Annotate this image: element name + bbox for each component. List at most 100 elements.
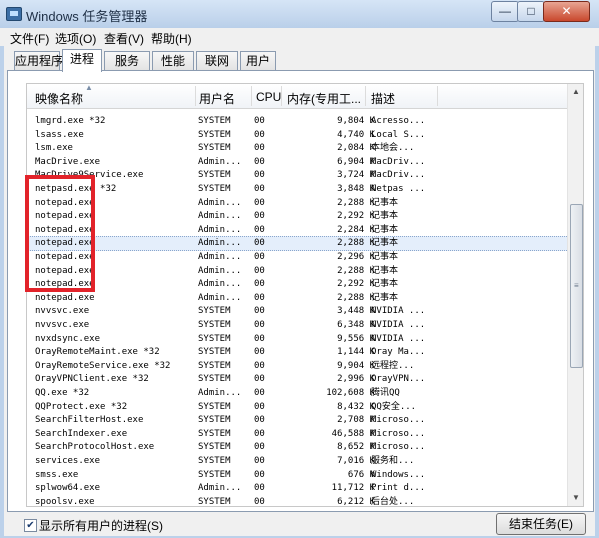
cell-cpu: 00 xyxy=(254,265,265,276)
close-button[interactable]: ✕ xyxy=(543,1,590,22)
table-row[interactable]: smss.exe SYSTEM 00 676 K Windows... xyxy=(27,469,567,482)
table-row[interactable]: QQ.exe *32 Admin... 00 102,608 K 腾讯QQ xyxy=(27,387,567,400)
cell-cpu: 00 xyxy=(254,170,265,181)
cell-desc: Local S... xyxy=(371,129,426,140)
cell-cpu: 00 xyxy=(254,401,265,412)
column-separator[interactable] xyxy=(251,86,252,106)
cell-user: SYSTEM xyxy=(198,442,231,453)
minimize-button[interactable]: — xyxy=(491,1,519,22)
scrollbar-thumb[interactable]: ≡ xyxy=(570,204,583,368)
cell-mem: 6,904 K xyxy=(337,156,375,167)
cell-mem: 9,556 K xyxy=(337,333,375,344)
tab-processes[interactable]: 进程 xyxy=(62,49,102,72)
table-row[interactable]: notepad.exe Admin... 00 2,288 K 记事本 xyxy=(27,197,567,210)
tab-users[interactable]: 用户 xyxy=(240,51,276,70)
table-row[interactable]: SearchFilterHost.exe SYSTEM 00 2,708 K Micro… xyxy=(27,414,567,427)
cell-cpu: 00 xyxy=(254,197,265,208)
table-row[interactable]: notepad.exe Admin... 00 2,284 K 记事本 xyxy=(27,224,567,237)
column-separator[interactable] xyxy=(365,86,366,106)
table-row[interactable]: spoolsv.exe SYSTEM 00 6,212 K 后台处... xyxy=(27,496,567,506)
table-row[interactable]: nvvsvc.exe SYSTEM 00 6,348 K NVIDIA ... xyxy=(27,319,567,332)
cell-name: MacDrive9Service.exe xyxy=(35,170,144,181)
column-header-memory[interactable]: 内存(专用工... xyxy=(287,90,361,107)
vertical-scrollbar[interactable]: ▲ ≡ ▼ xyxy=(567,84,583,506)
table-row[interactable]: MacDrive9Service.exe SYSTEM 00 3,724 K MacDr… xyxy=(27,169,567,182)
cell-desc: 服务和... xyxy=(371,456,415,466)
cell-user: SYSTEM xyxy=(198,129,231,140)
cell-mem: 2,288 K xyxy=(337,197,375,208)
scroll-down-icon[interactable]: ▼ xyxy=(568,490,583,506)
menu-view[interactable]: 查看(V) xyxy=(104,30,144,47)
table-row[interactable]: OrayRemoteService.exe *32 SYSTEM 00 9,904 K… xyxy=(27,360,567,373)
table-row[interactable]: netpasd.exe *32 SYSTEM 00 3,848 K Netpas ... xyxy=(27,183,567,196)
cell-cpu: 00 xyxy=(254,360,265,371)
table-row[interactable]: notepad.exe Admin... 00 2,292 K 记事本 xyxy=(27,278,567,291)
menu-help[interactable]: 帮助(H) xyxy=(151,30,192,47)
cell-cpu: 00 xyxy=(254,415,265,426)
cell-desc: Print d... xyxy=(371,483,426,494)
tab-services[interactable]: 服务 xyxy=(104,51,150,70)
cell-user: SYSTEM xyxy=(198,360,231,371)
cell-mem: 2,996 K xyxy=(337,374,375,385)
table-row[interactable]: nvxdsync.exe SYSTEM 00 9,556 K NVIDIA ... xyxy=(27,333,567,346)
cell-cpu: 00 xyxy=(254,184,265,194)
column-header-name[interactable]: 映像名称 xyxy=(35,90,83,107)
show-all-users-label[interactable]: 显示所有用户的进程(S) xyxy=(39,517,163,534)
cell-mem: 9,904 K xyxy=(337,360,375,371)
cell-mem: 9,804 K xyxy=(337,116,375,126)
cell-user: SYSTEM xyxy=(198,333,231,344)
end-task-button[interactable]: 结束任务(E) xyxy=(496,513,586,535)
cell-mem: 11,712 K xyxy=(331,483,375,494)
cell-cpu: 00 xyxy=(254,374,265,385)
scroll-up-icon[interactable]: ▲ xyxy=(568,84,583,100)
cell-name: QQ.exe *32 xyxy=(35,388,90,398)
cell-user: SYSTEM xyxy=(198,116,231,126)
table-row[interactable]: lsm.exe SYSTEM 00 2,084 K 本地会... xyxy=(27,142,567,155)
table-row[interactable]: OrayRemoteMaint.exe *32 SYSTEM 00 1,144 K Or… xyxy=(27,346,567,359)
cell-mem: 4,740 K xyxy=(337,129,375,140)
cell-mem: 6,348 K xyxy=(337,320,375,330)
table-row[interactable]: SearchIndexer.exe SYSTEM 00 46,588 K Microso… xyxy=(27,428,567,441)
column-separator[interactable] xyxy=(437,86,438,106)
column-header-user[interactable]: 用户名 xyxy=(199,90,235,107)
menu-options[interactable]: 选项(O) xyxy=(55,30,96,47)
maximize-button[interactable]: □ xyxy=(517,1,545,22)
table-row[interactable]: nvvsvc.exe SYSTEM 00 3,448 K NVIDIA ... xyxy=(27,305,567,318)
tab-performance[interactable]: 性能 xyxy=(152,51,194,70)
table-row[interactable]: splwow64.exe Admin... 00 11,712 K Print d... xyxy=(27,482,567,495)
cell-desc: 远程控... xyxy=(371,360,415,371)
cell-name: OrayRemoteMaint.exe *32 xyxy=(35,347,160,358)
column-separator[interactable] xyxy=(281,86,282,106)
table-row[interactable]: OrayVPNClient.exe *32 SYSTEM 00 2,996 K Oray… xyxy=(27,373,567,386)
table-row[interactable]: services.exe SYSTEM 00 7,016 K 服务和... xyxy=(27,455,567,468)
column-header-description[interactable]: 描述 xyxy=(371,90,395,107)
window-title: Windows 任务管理器 xyxy=(26,9,148,24)
table-row[interactable]: SearchProtocolHost.exe SYSTEM 00 8,652 K Mic… xyxy=(27,441,567,454)
show-all-users-checkbox[interactable]: ✔ xyxy=(24,519,37,532)
cell-desc: QQ安全... xyxy=(371,401,417,412)
table-row[interactable]: MacDrive.exe Admin... 00 6,904 K MacDriv... xyxy=(27,156,567,169)
menu-file[interactable]: 文件(F) xyxy=(10,30,49,47)
table-row[interactable]: notepad.exe Admin... 00 2,288 K 记事本 xyxy=(27,236,567,252)
table-row[interactable]: notepad.exe Admin... 00 2,296 K 记事本 xyxy=(27,251,567,264)
cell-mem: 1,144 K xyxy=(337,347,375,358)
title-bar[interactable]: Windows 任务管理器 — □ ✕ xyxy=(0,0,599,28)
table-row[interactable]: notepad.exe Admin... 00 2,288 K 记事本 xyxy=(27,292,567,305)
cell-mem: 3,724 K xyxy=(337,170,375,181)
tab-applications[interactable]: 应用程序 xyxy=(14,51,63,70)
cell-desc: 记事本 xyxy=(371,211,399,222)
table-row[interactable]: QQProtect.exe *32 SYSTEM 00 8,432 K QQ安全... xyxy=(27,401,567,414)
cell-name: SearchFilterHost.exe xyxy=(35,415,144,426)
column-separator[interactable] xyxy=(195,86,196,106)
cell-user: SYSTEM xyxy=(198,347,231,358)
table-row[interactable]: lmgrd.exe *32 SYSTEM 00 9,804 K Acresso... xyxy=(27,115,567,128)
cell-cpu: 00 xyxy=(254,211,265,222)
tab-networking[interactable]: 联网 xyxy=(196,51,238,70)
table-row[interactable]: notepad.exe Admin... 00 2,292 K 记事本 xyxy=(27,210,567,223)
column-header-bar: ▲ 映像名称 用户名 CPU 内存(专用工... 描述 xyxy=(27,84,567,109)
main-content: 应用程序 进程 服务 性能 联网 用户 ▲ 映像名称 用户名 CPU 内存(专用… xyxy=(4,46,595,536)
process-list[interactable]: ▲ 映像名称 用户名 CPU 内存(专用工... 描述 lmgrd.exe *3… xyxy=(26,83,584,507)
table-row[interactable]: lsass.exe SYSTEM 00 4,740 K Local S... xyxy=(27,129,567,142)
table-row[interactable]: notepad.exe Admin... 00 2,288 K 记事本 xyxy=(27,265,567,278)
column-header-cpu[interactable]: CPU xyxy=(256,90,281,104)
